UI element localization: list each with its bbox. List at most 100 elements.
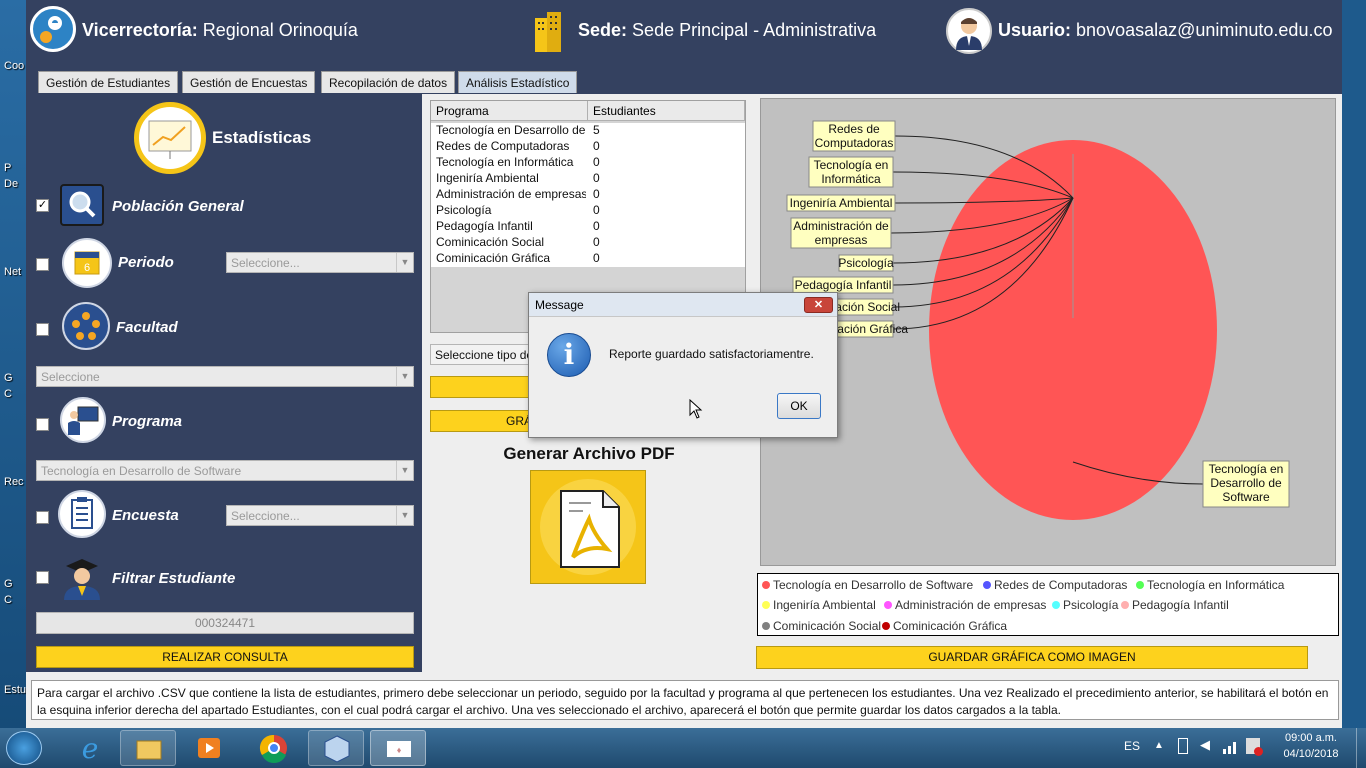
legend-item: Cominicación Social: [762, 619, 881, 633]
desktop-icon-label[interactable]: Rec: [0, 476, 26, 488]
media-player-icon[interactable]: [182, 730, 238, 766]
cell-estudiantes: 5: [593, 123, 600, 137]
desktop-icon-label[interactable]: G: [0, 372, 26, 384]
file-explorer-icon[interactable]: [120, 730, 176, 766]
legend-swatch: [762, 581, 770, 589]
chart-legend: Tecnología en Desarrollo de Software Red…: [757, 573, 1339, 636]
legend-label: Tecnología en Informática: [1147, 578, 1285, 592]
legend-swatch: [1136, 581, 1144, 589]
mouse-cursor-icon: [689, 399, 703, 419]
user-value: bnovoasalaz@uniminuto.edu.co: [1076, 20, 1333, 40]
table-row[interactable]: Psicología 0: [431, 203, 745, 219]
close-icon[interactable]: ✕: [804, 297, 833, 313]
encuesta-select-value: Seleccione...: [231, 509, 300, 523]
desktop-icon-label[interactable]: Net: [0, 266, 26, 278]
legend-item: Ingeniría Ambiental: [762, 598, 876, 612]
desktop-icon-label[interactable]: C: [0, 388, 26, 400]
slice-label-text: Administración de: [793, 219, 889, 233]
internet-explorer-icon[interactable]: e: [62, 730, 118, 766]
building-icon: [532, 10, 566, 52]
ok-button[interactable]: OK: [777, 393, 821, 419]
periodo-checkbox[interactable]: [36, 258, 49, 271]
battery-icon[interactable]: [1178, 738, 1188, 754]
table-row[interactable]: Cominicación Gráfica 0: [431, 251, 745, 267]
desktop-icon-label[interactable]: P: [0, 162, 26, 174]
java-app-icon[interactable]: ♦: [370, 730, 426, 766]
table-row[interactable]: Tecnología en Desarrollo de Software 5: [431, 123, 745, 139]
facultad-select[interactable]: Seleccione ▼: [36, 366, 414, 387]
legend-swatch: [983, 581, 991, 589]
table-row[interactable]: Redes de Computadoras 0: [431, 139, 745, 155]
user-label: Usuario:: [998, 20, 1072, 40]
poblacion-checkbox[interactable]: ✓: [36, 199, 49, 212]
programa-checkbox[interactable]: [36, 418, 49, 431]
column-header-estudiantes[interactable]: Estudiantes: [588, 101, 745, 121]
facultad-checkbox[interactable]: [36, 323, 49, 336]
table-row[interactable]: Tecnología en Informática 0: [431, 155, 745, 171]
programa-select[interactable]: Tecnología en Desarrollo de Software ▼: [36, 460, 414, 481]
virtualbox-icon[interactable]: [308, 730, 364, 766]
legend-item: Psicología: [1052, 598, 1118, 612]
legend-label: Psicología: [1063, 598, 1119, 612]
desktop-icon-label[interactable]: C: [0, 594, 26, 606]
calendar-day: 6: [84, 262, 90, 274]
filter-panel: Estadísticas ✓ Población General 6 Perio…: [26, 94, 422, 672]
slice-label-text: Psicología: [838, 256, 894, 270]
clock-date[interactable]: 04/10/2018: [1274, 748, 1348, 760]
chevron-down-icon: ▼: [396, 253, 413, 272]
statistics-title: Estadísticas: [212, 128, 312, 147]
tray-expand-icon[interactable]: ▲: [1154, 740, 1164, 751]
dialog-title: Message: [529, 293, 837, 317]
student-id-input[interactable]: 000324471: [36, 612, 414, 634]
location-logo-icon: [30, 6, 76, 52]
save-chart-image-button[interactable]: GUARDAR GRÁFICA COMO IMAGEN: [756, 646, 1308, 669]
encuesta-checkbox[interactable]: [36, 511, 49, 524]
cell-programa: Tecnología en Informática: [436, 155, 574, 169]
pdf-document-icon: [540, 479, 636, 575]
legend-swatch: [882, 622, 890, 630]
legend-item: Tecnología en Informática: [1136, 578, 1284, 592]
tab-gestion-encuestas[interactable]: Gestión de Encuestas: [182, 71, 316, 93]
table-row[interactable]: Administración de empresas 0: [431, 187, 745, 203]
dialog-message: Reporte guardado satisfactoriamentre.: [609, 347, 814, 361]
network-signal-icon[interactable]: [1222, 738, 1240, 757]
sede-label: Sede:: [578, 20, 628, 40]
legend-label: Redes de Computadoras: [994, 578, 1128, 592]
sede-value: Sede Principal - Administrativa: [632, 20, 877, 40]
message-dialog: Message ✕ i Reporte guardado satisfactor…: [528, 292, 838, 438]
generate-pdf-button[interactable]: [530, 470, 646, 584]
statistics-chart-icon: [134, 102, 206, 174]
encuesta-select[interactable]: Seleccione... ▼: [226, 505, 414, 526]
legend-label: Ingeniría Ambiental: [773, 598, 876, 612]
chrome-icon[interactable]: [246, 730, 302, 766]
legend-swatch: [762, 601, 770, 609]
tab-recopilacion-datos[interactable]: Recopilación de datos: [321, 71, 456, 93]
tab-gestion-estudiantes[interactable]: Gestión de Estudiantes: [38, 71, 179, 93]
filtrar-checkbox[interactable]: [36, 571, 49, 584]
volume-icon[interactable]: ◀: [1200, 737, 1210, 753]
tab-analisis-estadistico[interactable]: Análisis Estadístico: [458, 71, 578, 93]
desktop-icon-label[interactable]: Coo: [0, 60, 26, 72]
chevron-down-icon: ▼: [396, 461, 413, 480]
periodo-select-value: Seleccione...: [231, 256, 300, 270]
start-button-icon[interactable]: [6, 731, 42, 765]
table-row[interactable]: Ingeniría Ambiental 0: [431, 171, 745, 187]
realizar-consulta-button[interactable]: REALIZAR CONSULTA: [36, 646, 414, 668]
clock-time[interactable]: 09:00 a.m.: [1274, 732, 1348, 744]
show-desktop-button[interactable]: [1356, 728, 1366, 768]
cell-estudiantes: 0: [593, 139, 600, 153]
column-header-programa[interactable]: Programa: [431, 101, 588, 121]
desktop-icon-label[interactable]: De: [0, 178, 26, 190]
periodo-select[interactable]: Seleccione... ▼: [226, 252, 414, 273]
language-indicator[interactable]: ES: [1124, 739, 1140, 753]
desktop-icon-label[interactable]: Estu: [0, 684, 26, 696]
facultad-select-value: Seleccione: [41, 370, 100, 384]
svg-text:♦: ♦: [397, 745, 402, 755]
table-row[interactable]: Pedagogía Infantil 0: [431, 219, 745, 235]
slice-label-text: Redes de: [828, 122, 880, 136]
slice-label-text: Computadoras: [815, 136, 894, 150]
desktop-icon-label[interactable]: G: [0, 578, 26, 590]
slice-label-text: Desarrollo de: [1210, 476, 1282, 490]
table-row[interactable]: Cominicación Social 0: [431, 235, 745, 251]
action-center-icon[interactable]: [1246, 738, 1263, 756]
